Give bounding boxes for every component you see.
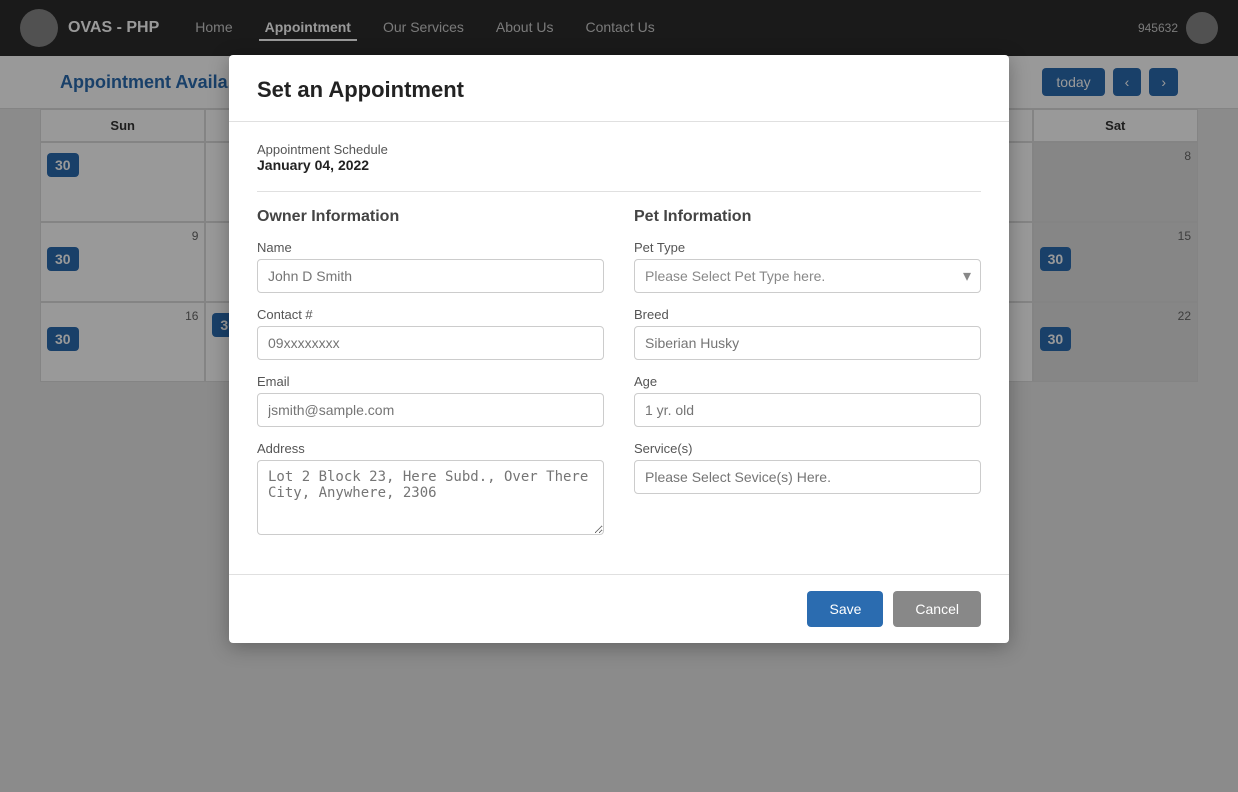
form-columns: Owner Information Name Contact # Email A… (257, 208, 981, 554)
name-label: Name (257, 240, 604, 255)
email-group: Email (257, 374, 604, 427)
cancel-button[interactable]: Cancel (893, 591, 981, 627)
schedule-label: Appointment Schedule (257, 142, 981, 157)
address-label: Address (257, 441, 604, 456)
pet-type-label: Pet Type (634, 240, 981, 255)
owner-section-title: Owner Information (257, 208, 604, 226)
contact-label: Contact # (257, 307, 604, 322)
modal-footer: Save Cancel (229, 574, 1009, 643)
appointment-schedule: Appointment Schedule January 04, 2022 (257, 142, 981, 173)
pet-type-select[interactable]: Please Select Pet Type here. (634, 259, 981, 293)
age-input[interactable] (634, 393, 981, 427)
age-label: Age (634, 374, 981, 389)
owner-section: Owner Information Name Contact # Email A… (257, 208, 604, 554)
name-input[interactable] (257, 259, 604, 293)
divider (257, 191, 981, 192)
pet-type-select-wrapper: Please Select Pet Type here. (634, 259, 981, 293)
name-group: Name (257, 240, 604, 293)
breed-label: Breed (634, 307, 981, 322)
schedule-date: January 04, 2022 (257, 157, 981, 173)
modal-title: Set an Appointment (257, 77, 981, 103)
contact-input[interactable] (257, 326, 604, 360)
email-input[interactable] (257, 393, 604, 427)
breed-input[interactable] (634, 326, 981, 360)
address-group: Address (257, 441, 604, 540)
services-label: Service(s) (634, 441, 981, 456)
breed-group: Breed (634, 307, 981, 360)
pet-section-title: Pet Information (634, 208, 981, 226)
appointment-modal: Set an Appointment Appointment Schedule … (229, 55, 1009, 643)
modal-body: Appointment Schedule January 04, 2022 Ow… (229, 122, 1009, 574)
contact-group: Contact # (257, 307, 604, 360)
address-input[interactable] (257, 460, 604, 535)
email-label: Email (257, 374, 604, 389)
modal-header: Set an Appointment (229, 55, 1009, 122)
pet-section: Pet Information Pet Type Please Select P… (634, 208, 981, 554)
services-input[interactable] (634, 460, 981, 494)
age-group: Age (634, 374, 981, 427)
services-group: Service(s) (634, 441, 981, 494)
pet-type-group: Pet Type Please Select Pet Type here. (634, 240, 981, 293)
save-button[interactable]: Save (807, 591, 883, 627)
